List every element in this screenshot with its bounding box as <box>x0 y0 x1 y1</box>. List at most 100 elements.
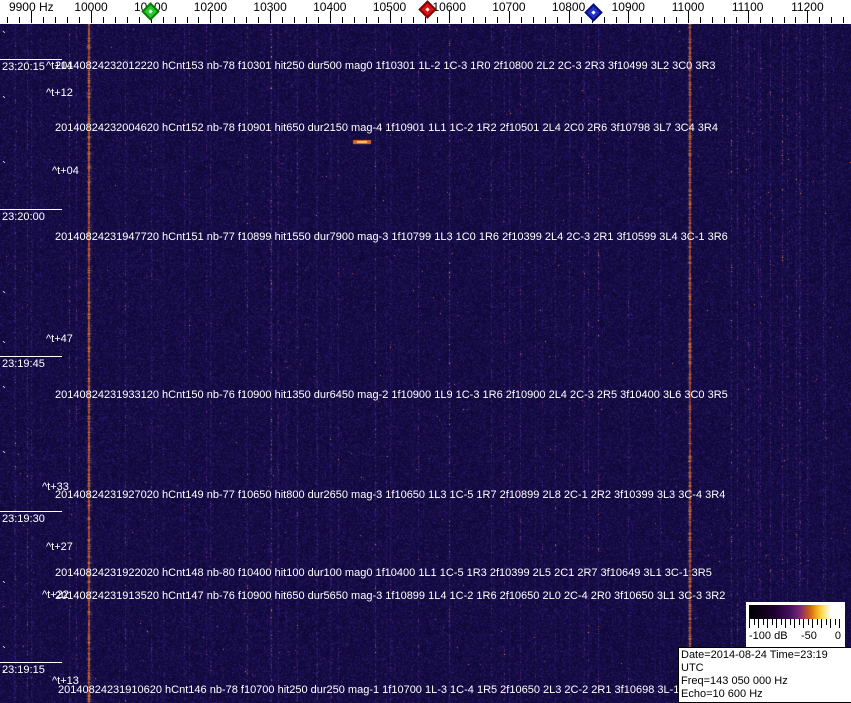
db-tick <box>826 619 827 625</box>
detection-line: 20140824231927020 hCnt149 nb-77 f10650 h… <box>55 489 726 501</box>
status-info-box: Date=2014-08-24 Time=23:19 UTC Freq=143 … <box>678 647 851 703</box>
freq-tick <box>222 17 223 23</box>
freq-tick <box>545 17 546 23</box>
freq-tick <box>784 17 785 23</box>
freq-tick <box>724 17 725 23</box>
detection-line: 20140824231910620 hCnt146 nb-78 f10700 h… <box>58 684 697 696</box>
info-frequency: Freq=143 050 000 Hz <box>681 675 788 687</box>
freq-tick <box>616 17 617 23</box>
db-tick <box>781 619 782 625</box>
event-marker: ^t+27 <box>46 541 73 553</box>
db-tick <box>821 619 822 628</box>
freq-tick <box>449 11 450 23</box>
freq-tick <box>736 17 737 23</box>
db-label-mid: -50 <box>801 630 817 642</box>
freq-tick <box>557 17 558 23</box>
db-tick-ruler <box>749 619 840 630</box>
db-tick <box>767 619 768 628</box>
freq-tick <box>628 11 629 23</box>
freq-tick <box>127 17 128 23</box>
db-tick <box>812 619 813 628</box>
left-time-tick: ` <box>2 289 6 303</box>
time-tick-line <box>0 511 62 512</box>
left-time-tick: ` <box>2 384 6 398</box>
db-label-min: -100 dB <box>749 630 788 642</box>
freq-tick <box>210 11 211 23</box>
db-tick <box>835 619 836 625</box>
time-tick-line <box>0 662 62 663</box>
freq-tick <box>521 17 522 23</box>
freq-tick <box>79 17 80 23</box>
db-tick <box>785 619 786 628</box>
left-time-tick: ` <box>2 29 6 43</box>
info-echo: Echo=10 600 Hz <box>681 688 763 700</box>
freq-tick <box>712 17 713 23</box>
db-tick <box>749 619 750 628</box>
db-tick <box>754 619 755 625</box>
freq-tick <box>366 17 367 23</box>
freq-tick <box>581 17 582 23</box>
freq-tick <box>485 17 486 23</box>
freq-tick <box>67 17 68 23</box>
freq-tick <box>19 17 20 23</box>
time-tick-line <box>0 356 62 357</box>
freq-tick <box>807 11 808 23</box>
freq-tick <box>413 17 414 23</box>
freq-tick <box>569 11 570 23</box>
marker-core <box>425 7 430 12</box>
marker-core <box>148 9 153 14</box>
left-time-tick: ` <box>2 159 6 173</box>
freq-tick <box>103 17 104 23</box>
time-label: 23:19:30 <box>2 513 45 525</box>
db-tick <box>790 619 791 625</box>
freq-tick <box>294 17 295 23</box>
left-time-tick: ` <box>2 339 6 353</box>
freq-tick <box>795 17 796 23</box>
freq-tick <box>234 17 235 23</box>
freq-tick <box>378 17 379 23</box>
time-label: 23:20:15 <box>2 61 45 73</box>
db-tick-labels: -100 dB -50 0 <box>747 630 844 645</box>
detection-line: 20140824232012220 hCnt153 nb-78 f10301 h… <box>55 60 716 72</box>
left-time-tick: ` <box>2 644 6 658</box>
db-gradient-bar <box>749 605 840 619</box>
freq-tick <box>533 17 534 23</box>
meteor-spectrogram-screen: 9900 Hz100001010010200103001040010500106… <box>0 0 851 703</box>
freq-tick <box>831 17 832 23</box>
freq-tick <box>760 17 761 23</box>
detection-line: 20140824231922020 hCnt148 nb-80 f10400 h… <box>55 567 712 579</box>
detection-line: 20140824232004620 hCnt152 nb-78 f10901 h… <box>55 122 718 134</box>
detection-line: 20140824231933120 hCnt150 nb-76 f10900 h… <box>55 389 728 401</box>
freq-tick <box>843 17 844 23</box>
db-tick <box>817 619 818 625</box>
left-time-tick: ` <box>2 449 6 463</box>
db-tick <box>799 619 800 625</box>
freq-tick <box>748 11 749 23</box>
freq-tick <box>306 17 307 23</box>
freq-tick <box>652 17 653 23</box>
freq-tick <box>688 11 689 23</box>
freq-tick <box>115 17 116 23</box>
freq-tick <box>473 17 474 23</box>
freq-tick <box>270 11 271 23</box>
marker-core <box>591 10 596 15</box>
freq-tick <box>354 17 355 23</box>
time-label: 23:20:00 <box>2 211 45 223</box>
left-time-tick: ` <box>2 668 6 682</box>
event-marker: ^t+04 <box>52 165 79 177</box>
freq-tick <box>43 17 44 23</box>
freq-tick <box>258 17 259 23</box>
db-label-max: 0 <box>834 630 841 642</box>
freq-tick <box>187 17 188 23</box>
db-tick <box>808 619 809 625</box>
freq-tick <box>819 17 820 23</box>
db-tick <box>830 619 831 628</box>
db-tick <box>772 619 773 625</box>
db-tick <box>794 619 795 628</box>
db-tick <box>763 619 764 625</box>
time-label: 23:19:15 <box>2 664 45 676</box>
freq-tick <box>55 17 56 23</box>
info-date-time: Date=2014-08-24 Time=23:19 UTC <box>681 649 828 674</box>
event-marker: ^t+47 <box>46 333 73 345</box>
freq-tick <box>390 11 391 23</box>
